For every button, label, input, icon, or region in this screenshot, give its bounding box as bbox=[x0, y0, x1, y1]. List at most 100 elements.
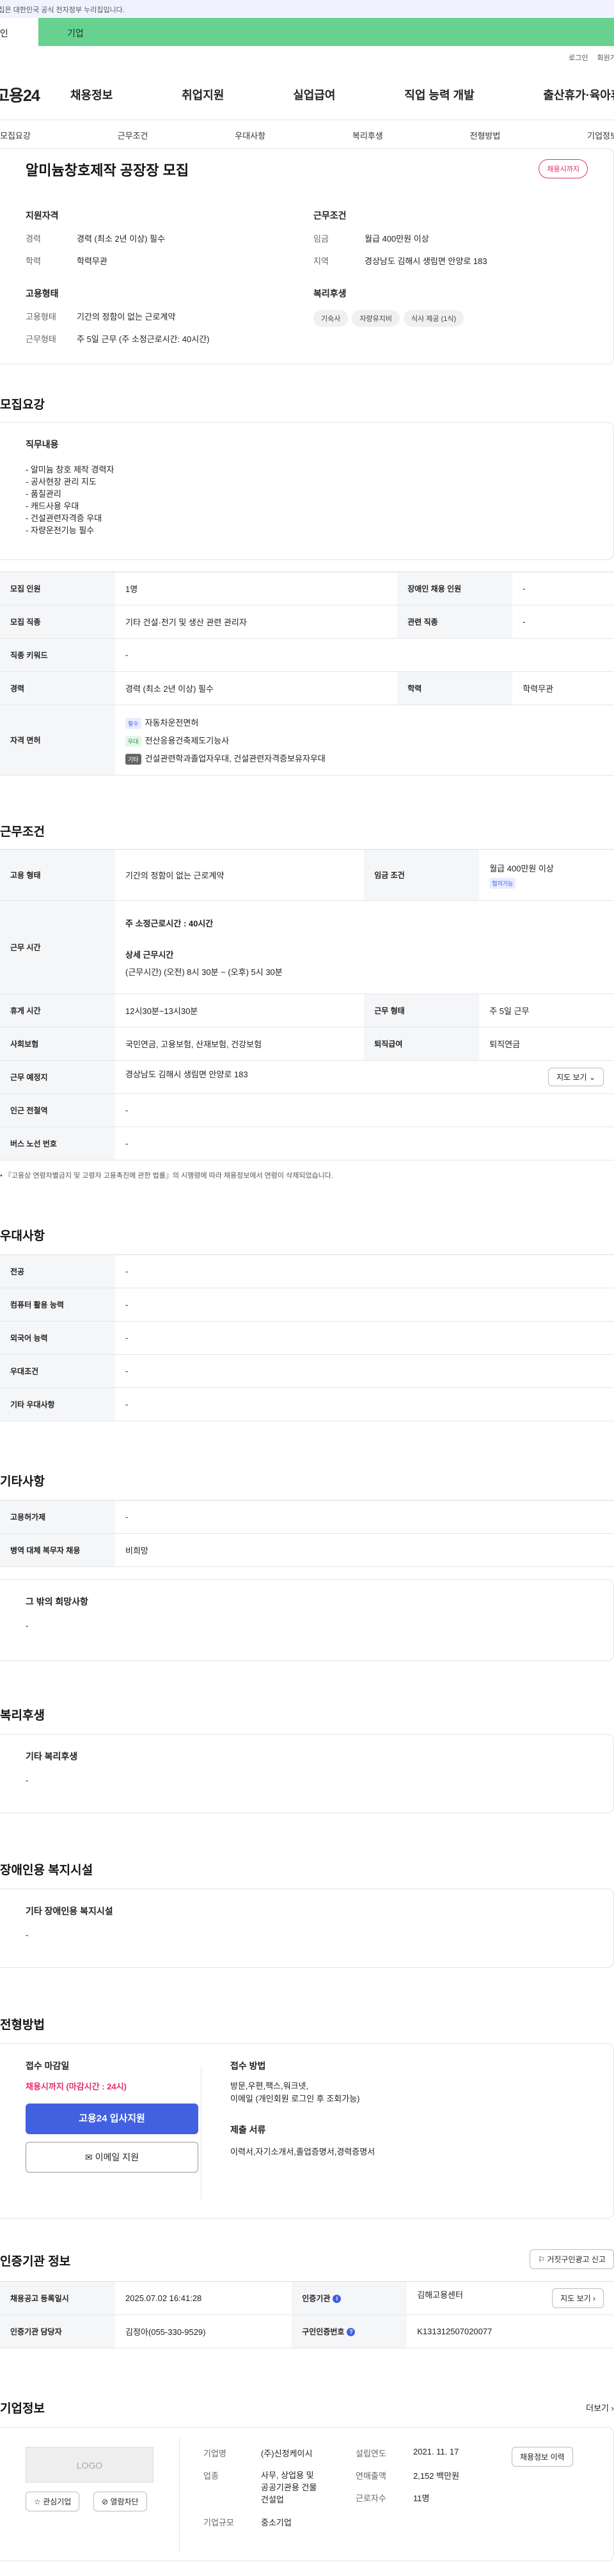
table-row: 우대조건 - bbox=[0, 1354, 614, 1388]
table-header: 학력 bbox=[397, 671, 513, 705]
summary-value: 경력 (최소 2년 이상) 필수 bbox=[77, 234, 165, 244]
table-header: 모집 직종 bbox=[0, 605, 115, 639]
biz-line: 공공기관용 건물 bbox=[261, 2483, 317, 2492]
gnb-item-training[interactable]: 직업 능력 개발 bbox=[404, 86, 474, 103]
company-divider bbox=[179, 2438, 180, 2553]
section-anchor-nav: 모집요강 근무조건 우대사항 복리후생 전형방법 기업정보 bbox=[0, 120, 614, 151]
company-key: 연매출액 bbox=[356, 2471, 386, 2481]
job-summary-card: 알미늄창호제작 공장장 모집 채용시까지 지원자격 경력 경력 (최소 2년 이상… bbox=[0, 148, 614, 364]
anchor-company[interactable]: 기업정보 bbox=[587, 129, 614, 141]
hours-detail: (근무시간) (오전) 8시 30분 ~ (오후) 5시 30분 bbox=[125, 967, 283, 977]
license-name: 전산응용건축제도기능사 bbox=[145, 735, 230, 745]
table-header: 퇴직급여 bbox=[364, 1027, 480, 1061]
anchor-welfare[interactable]: 복리후생 bbox=[352, 129, 383, 141]
global-nav: 고용24 채용정보 취업지원 실업급여 직업 능력 개발 출산휴가·육아휴직 bbox=[0, 69, 614, 120]
apply-button[interactable]: 고용24 입사지원 bbox=[26, 2104, 198, 2134]
table-row: 휴게 시간 12시30분~13시30분 근무 형태 주 5일 근무 bbox=[0, 994, 614, 1027]
table-cell: 주 5일 근무 bbox=[479, 994, 614, 1027]
table-cell: - bbox=[115, 1093, 614, 1127]
anchor-recruit[interactable]: 모집요강 bbox=[0, 129, 31, 141]
company-row: 연매출액 2,152 백만원 bbox=[356, 2469, 459, 2481]
table-row: 인증기관 담당자 김정아(055-330-9529) 구인인증번호? K1313… bbox=[0, 2314, 614, 2348]
star-icon: ☆ bbox=[34, 2497, 41, 2506]
table-cell: 12시30분~13시30분 bbox=[115, 994, 365, 1027]
gnb-item-jobs[interactable]: 채용정보 bbox=[70, 86, 113, 103]
table-row: 근무 예정지 경상남도 김해시 생림면 안양로 183 지도 보기 ⌄ bbox=[0, 1060, 614, 1094]
table-cell: - bbox=[115, 638, 614, 672]
table-header: 근무 형태 bbox=[364, 994, 480, 1027]
gnb-item-leave[interactable]: 출산휴가·육아휴직 bbox=[544, 86, 614, 103]
map-button-label: 지도 보기 bbox=[556, 1073, 587, 1082]
table-cell: - bbox=[115, 1321, 614, 1355]
hours-detail-head: 상세 근무시간 bbox=[125, 950, 174, 960]
section-title-agency: 인증기관 정보 bbox=[0, 2255, 71, 2268]
summary-employment: 고용형태 고용형태 기간의 정함이 없는 근로계약 근무형태 주 5일 근무 (주 … bbox=[26, 287, 256, 355]
company-row: 업종 사무, 상업용 및 공공기관용 건물 건설업 bbox=[203, 2469, 317, 2506]
id-key: 구인인증번호 bbox=[302, 2327, 345, 2336]
block-view-button[interactable]: ⊘ 열람차단 bbox=[93, 2492, 147, 2511]
tab-person[interactable]: 개인 bbox=[0, 18, 38, 46]
table-header: 기타 우대사항 bbox=[0, 1387, 115, 1421]
email-apply-button[interactable]: ✉ 이메일 지원 bbox=[26, 2142, 198, 2173]
duty-line: - 공사현장 관리 지도 bbox=[26, 477, 97, 487]
tab-company[interactable]: 기업 bbox=[38, 18, 614, 46]
logo[interactable]: 고용24 bbox=[0, 83, 70, 106]
gnb-item-support[interactable]: 취업지원 bbox=[182, 86, 224, 103]
prefer-table: 전공 - 컴퓨터 활용 능력 - 외국어 능력 - 우대조건 - 기타 우대사항 - bbox=[0, 1254, 614, 1421]
table-cell: - bbox=[115, 1500, 614, 1534]
table-row: 인근 전철역 - bbox=[0, 1093, 614, 1127]
gnb-menu: 채용정보 취업지원 실업급여 직업 능력 개발 출산휴가·육아휴직 bbox=[70, 86, 614, 103]
info-icon[interactable]: ? bbox=[347, 2328, 356, 2337]
company-row: 설립연도 2021. 11. 17 bbox=[356, 2447, 459, 2459]
duty-line: - 자량운전기능 필수 bbox=[26, 526, 95, 535]
table-row: 근무 시간 주 소정근로시간 : 40시간 상세 근무시간 (근무시간) (오전… bbox=[0, 900, 614, 994]
anchor-prefer[interactable]: 우대사항 bbox=[235, 129, 265, 141]
tab-person-label: 개인 bbox=[0, 28, 8, 38]
anchor-process[interactable]: 전형방법 bbox=[470, 129, 501, 141]
summary-value: 월급 400만원 이상 bbox=[365, 234, 429, 244]
agency-map-button[interactable]: 지도 보기 › bbox=[552, 2288, 604, 2308]
hours-main: 주 소정근로시간 : 40시간 bbox=[125, 919, 214, 928]
welfare-chips: 기숙사 자량유지비 식사 제공 (1식) bbox=[313, 310, 544, 327]
table-header: 인증기관 담당자 bbox=[0, 2314, 115, 2348]
table-row: 고용허가제 - bbox=[0, 1500, 614, 1534]
recruit-table: 모집 인원 1명 장애인 채용 인원 - 모집 직종 기타 건설·전기 및 생산… bbox=[0, 572, 614, 776]
utility-links: 로그인 회원가입 bbox=[0, 46, 614, 69]
table-header: 고용 형태 bbox=[0, 849, 115, 901]
wage-tag: 협의가능 bbox=[489, 877, 516, 889]
welfare-box-value: - bbox=[26, 1776, 29, 1785]
hiring-history-button[interactable]: 채용정보 이력 bbox=[512, 2447, 573, 2467]
summary-conditions: 근무조건 임금 월급 400만원 이상 지역 경상남도 김해시 생림면 안양로 18… bbox=[313, 209, 544, 277]
summary-value: 기간의 정함이 없는 근로계약 bbox=[77, 312, 176, 322]
join-link[interactable]: 회원가입 bbox=[597, 52, 614, 63]
gnb-item-benefit[interactable]: 실업급여 bbox=[293, 86, 335, 103]
table-row: 직종 키워드 - bbox=[0, 638, 614, 672]
process-left: 접수 마감일 채용시까지 (마감시간 : 24시) 고용24 입사지원 ✉ 이메… bbox=[26, 2059, 198, 2173]
wage-value: 월급 400만원 이상 bbox=[489, 863, 554, 873]
license-tag-etc: 기타 bbox=[125, 753, 141, 765]
email-apply-label: 이메일 지원 bbox=[95, 2152, 139, 2162]
favorite-company-button[interactable]: ☆ 관심기업 bbox=[26, 2492, 80, 2511]
table-cell: - bbox=[115, 1354, 614, 1388]
table-cell: 1명 bbox=[115, 572, 398, 605]
table-row: 경력 경력 (최소 2년 이상) 필수 학력 학력무관 bbox=[0, 671, 614, 705]
place-cell: 경상남도 김해시 생림면 안양로 183 지도 보기 ⌄ bbox=[115, 1060, 614, 1094]
block-view-label: 열람차단 bbox=[110, 2497, 139, 2506]
table-header: 임금 조건 bbox=[364, 849, 480, 901]
qual-heading: 지원자격 bbox=[26, 210, 59, 221]
false-ad-report-button[interactable]: ⚐ 거짓구인광고 신고 bbox=[530, 2249, 614, 2269]
table-header: 채용공고 등록일시 bbox=[0, 2281, 115, 2315]
deadline-value: 채용시까지 (마감시간 : 24시) bbox=[26, 2082, 127, 2091]
table-cell: - bbox=[115, 1387, 614, 1421]
summary-key: 임금 bbox=[313, 234, 329, 244]
login-link[interactable]: 로그인 bbox=[569, 52, 588, 63]
company-more-link[interactable]: 더보기 › bbox=[586, 2401, 614, 2414]
info-icon[interactable]: i bbox=[333, 2295, 342, 2304]
map-button[interactable]: 지도 보기 ⌄ bbox=[548, 1068, 604, 1086]
section-title-disabled: 장애인용 복지시설 bbox=[0, 1864, 93, 1877]
license-cell: 필수 자동차운전면허 우대 전산응용건축제도기능사 기타 건설관련학과졸업자우대, 건… bbox=[115, 705, 614, 776]
company-row: 기업명 (주)신정케이시 bbox=[203, 2447, 317, 2459]
welfare-box: 기타 복리후생 - bbox=[0, 1734, 614, 1813]
anchor-work[interactable]: 근무조건 bbox=[118, 129, 148, 141]
table-header: 구인인증번호? bbox=[292, 2314, 407, 2348]
